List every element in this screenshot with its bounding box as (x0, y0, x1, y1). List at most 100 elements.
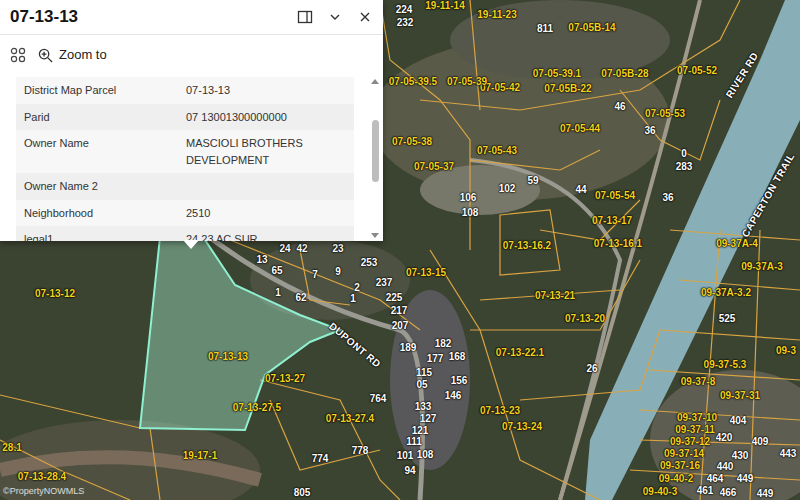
parcel-label: 19-11-23 (477, 9, 516, 20)
address-label: 811 (537, 23, 553, 34)
field-value: 07-13-13 (186, 82, 354, 99)
parcel-label: 28.1 (2, 442, 21, 453)
address-label: 224 (396, 4, 413, 15)
parcel-label: 07-05-39.5 (389, 76, 437, 87)
field-value: 24.23 AC SUR (186, 231, 354, 241)
parcel-label: 07-13-22.1 (496, 347, 544, 358)
address-label: 182 (435, 338, 452, 349)
field-label: legal1 (16, 231, 186, 241)
popup-pointer (183, 240, 199, 249)
address-label: 253 (361, 257, 378, 268)
address-label: 62 (295, 292, 306, 303)
actions-icon[interactable] (10, 47, 26, 63)
address-label: 168 (449, 351, 466, 362)
address-label: 0 (681, 148, 687, 159)
attribute-row: Owner NameMASCIOLI BROTHERS DEVELOPMENT (16, 130, 354, 173)
parcel-label: 07-05-38 (392, 136, 432, 147)
field-value: 2510 (186, 205, 354, 222)
address-label: 101 (397, 450, 414, 461)
address-label: 44 (575, 184, 586, 195)
address-label: 65 (271, 265, 282, 276)
address-label: 177 (427, 353, 444, 364)
road-label: RIVER RD (724, 50, 761, 100)
address-label: 102 (499, 183, 516, 194)
address-label: 7 (312, 269, 318, 280)
parcel-label: 09-37A-3.2 (701, 287, 751, 298)
address-label: 404 (730, 415, 747, 426)
parcel-label: 07-13-27.4 (326, 413, 374, 424)
popup-title: 07-13-13 (10, 4, 297, 30)
parcel-label: 09-37-8 (681, 376, 715, 387)
parcel-label: 07-05-53 (645, 108, 685, 119)
road-label: DUPONT RD (327, 320, 383, 370)
address-label: 2 (354, 282, 360, 293)
address-label: 1 (275, 287, 281, 298)
address-label: 805 (294, 487, 311, 498)
parcel-label: 07-13-12 (35, 288, 75, 299)
field-label: Owner Name 2 (16, 178, 186, 195)
address-label: 24 (279, 243, 290, 254)
address-label: 440 (717, 461, 734, 472)
address-label: 430 (732, 450, 749, 461)
parcel-label: 07-13-15 (406, 267, 446, 278)
parcel-label: 09-37A-3 (741, 261, 783, 272)
address-label: 217 (391, 305, 408, 316)
address-label: 461 (697, 485, 714, 496)
address-label: 449 (757, 488, 774, 499)
address-label: 115 (416, 367, 432, 378)
parcel-label: 07-05B-14 (568, 22, 615, 33)
address-label: 36 (644, 125, 655, 136)
parcel-label: 07-13-16.2 (503, 240, 551, 251)
parcel-label: 07-05-54 (595, 190, 635, 201)
attribute-row: District Map Parcel07-13-13 (16, 77, 354, 104)
parcel-label: 09-37-12 (670, 436, 710, 447)
map[interactable]: 19-11-14 19-11-23 07-05B-14 07-05-52 07-05-3… (0, 0, 800, 500)
parcel-label: 09-40-2 (659, 473, 693, 484)
parcel-label: 09-37-5.3 (704, 359, 747, 370)
parcel-label: 07-05-39.1 (533, 68, 581, 79)
address-label: 464 (707, 473, 724, 484)
address-label: 237 (376, 277, 393, 288)
parcel-label: 07-13-24 (502, 421, 542, 432)
parcel-label: 19-17-1 (183, 450, 217, 461)
address-label: 1 (350, 293, 356, 304)
parcel-label: 07-05-52 (677, 65, 717, 76)
collapse-icon[interactable] (327, 9, 343, 25)
address-label: 36 (662, 192, 673, 203)
parcel-label: 07-13-23 (480, 405, 520, 416)
address-label: 232 (397, 17, 414, 28)
dock-icon[interactable] (297, 9, 313, 25)
address-label: 156 (451, 375, 468, 386)
parcel-label: 07-05-44 (560, 123, 600, 134)
parcel-label: 07-13-20 (565, 313, 605, 324)
zoom-in-icon (38, 48, 53, 63)
scrollbar[interactable] (369, 75, 381, 241)
address-label: 466 (720, 487, 737, 498)
close-icon[interactable] (357, 9, 373, 25)
address-label: 449 (737, 473, 754, 484)
parcel-label: 07-13-28.4 (18, 471, 66, 482)
parcel-label: 07-13-27 (265, 373, 305, 384)
address-label: 420 (716, 432, 733, 443)
address-label: 146 (445, 390, 462, 401)
attribute-row: Neighborhood2510 (16, 200, 354, 227)
address-label: 13 (256, 254, 267, 265)
parcel-label: 07-13-17 (592, 215, 632, 226)
address-label: 05 (416, 379, 427, 390)
parcel-popup[interactable]: 07-13-13 Zoom to District Map Parcel07-1… (0, 0, 383, 241)
attribution: ©PropertyNOWMLS (3, 485, 84, 499)
field-label: Neighborhood (16, 205, 186, 222)
attribute-row: legal124.23 AC SUR (16, 226, 354, 241)
parcel-label: 07-05-39 (447, 76, 487, 87)
address-label: 121 (412, 425, 429, 436)
parcel-label: 09-37-10 (677, 412, 717, 423)
address-label: 94 (404, 465, 415, 476)
address-label: 9 (335, 266, 341, 277)
parcel-label: 07-13-21 (535, 290, 575, 301)
parcel-label: 09-40-3 (643, 486, 677, 497)
parcel-label: 19-11-14 (425, 0, 464, 11)
address-label: 207 (392, 320, 409, 331)
attribute-table: District Map Parcel07-13-13Parid07 13001… (16, 77, 354, 241)
scrollbar-thumb[interactable] (372, 120, 379, 182)
zoom-to-button[interactable]: Zoom to (38, 45, 107, 65)
